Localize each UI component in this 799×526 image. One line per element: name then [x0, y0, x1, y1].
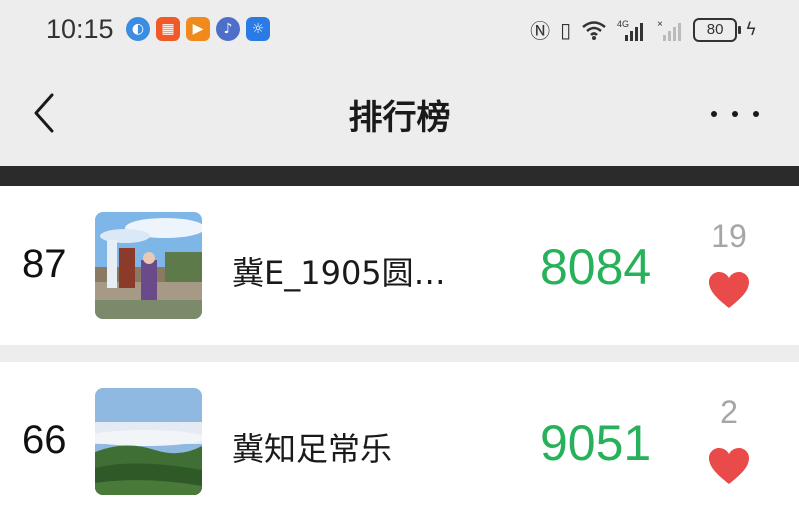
- avatar[interactable]: [95, 212, 202, 319]
- heart-icon: [709, 272, 749, 308]
- nfc-icon: Ⓝ: [530, 19, 551, 43]
- charging-icon: ϟ: [745, 19, 757, 40]
- system-icons: Ⓝ ▯ 4G × 80 ϟ: [530, 15, 757, 44]
- ranking-row[interactable]: 66 冀知足常乐 9051 2: [0, 362, 799, 526]
- music-icon: ♪: [216, 17, 240, 41]
- ranking-row[interactable]: 87 冀E_1905圆… 8084 19: [0, 186, 799, 345]
- more-icon-dot: [732, 111, 738, 117]
- rank-number: 87: [22, 242, 67, 286]
- more-button[interactable]: [711, 102, 759, 126]
- status-time: 10:15: [46, 14, 114, 44]
- app-notification-icon: ◐: [126, 17, 150, 41]
- svg-text:×: ×: [657, 19, 663, 30]
- signal-4g-icon: 4G: [617, 19, 644, 41]
- vibrate-icon: ▯: [560, 17, 572, 42]
- user-name: 冀知足常乐: [232, 430, 393, 468]
- step-count: 9051: [540, 415, 652, 471]
- avatar[interactable]: [95, 388, 202, 495]
- heart-icon: [709, 448, 749, 484]
- avatar-image: [95, 212, 202, 319]
- bulb-icon: ☼: [246, 17, 270, 41]
- rank-number: 66: [22, 418, 67, 462]
- page-title: 排行榜: [348, 98, 451, 138]
- battery-indicator: 80: [693, 17, 742, 42]
- signal-none-icon: ×: [657, 19, 682, 41]
- status-bar: 10:15 ◐ ▦ ▶ ♪ ☼ Ⓝ ▯ 4G × 80 ϟ: [0, 0, 799, 62]
- more-icon-dot: [753, 111, 759, 117]
- nav-bar: 排行榜: [0, 62, 799, 166]
- like-count: 19: [711, 218, 747, 254]
- divider: [0, 166, 799, 186]
- like-button[interactable]: [707, 446, 751, 486]
- video-icon: ▶: [186, 17, 210, 41]
- avatar-image: [95, 388, 202, 495]
- wifi-icon: [582, 20, 606, 40]
- step-count: 8084: [540, 239, 652, 295]
- like-count: 2: [720, 394, 738, 430]
- more-icon: [711, 111, 717, 117]
- svg-text:4G: 4G: [617, 19, 629, 29]
- notification-icons: ◐ ▦ ▶ ♪ ☼: [126, 17, 270, 41]
- user-name: 冀E_1905圆…: [232, 254, 446, 292]
- like-button[interactable]: [707, 270, 751, 310]
- app-notification-icon: ▦: [156, 17, 180, 41]
